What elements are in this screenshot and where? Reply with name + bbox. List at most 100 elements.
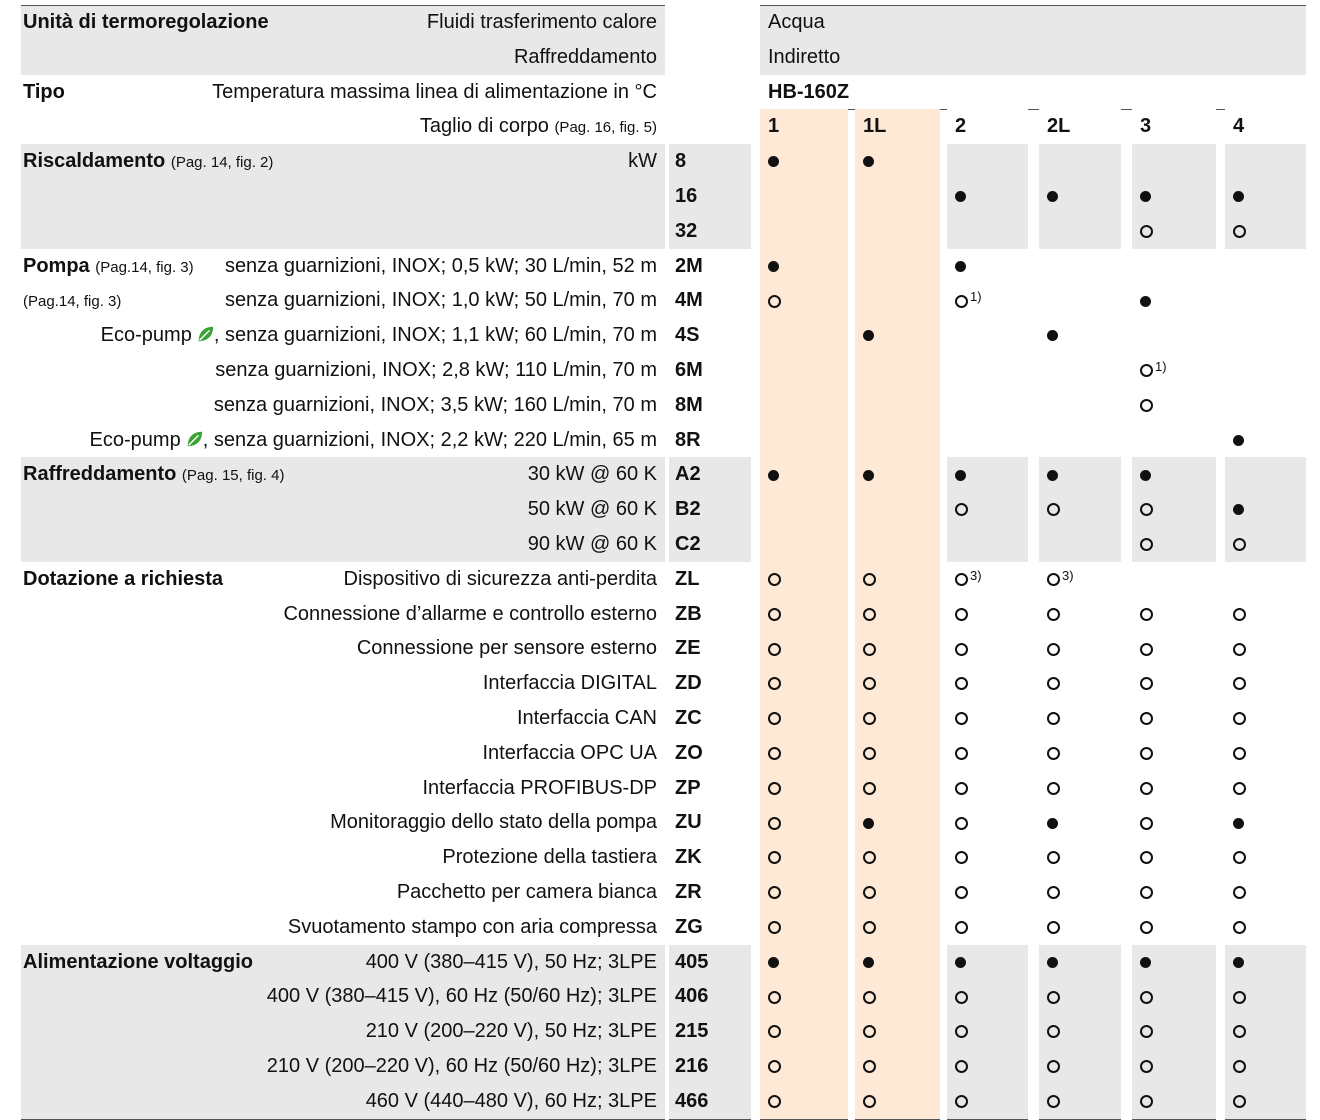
- option-cell: [760, 318, 848, 353]
- option-mark: [768, 604, 781, 624]
- option-cell: [1039, 527, 1121, 562]
- option-cell: [947, 353, 1028, 388]
- optional-circle-icon: [955, 886, 968, 900]
- option-mark: [1140, 1056, 1153, 1076]
- optional-circle-icon: [1140, 712, 1153, 726]
- optional-circle-icon: [863, 1060, 876, 1074]
- option-description-text: , senza guarnizioni, INOX; 1,1 kW; 60 L/…: [213, 324, 657, 347]
- standard-dot-icon: [1140, 469, 1151, 481]
- optional-circle-icon: [768, 851, 781, 865]
- header-code-cell: [669, 74, 751, 110]
- option-mark: [863, 1091, 876, 1111]
- option-description: 30 kW @ 60 K: [21, 464, 657, 484]
- option-cell: [1225, 353, 1306, 388]
- option-description-text: Pacchetto per camera bianca: [396, 881, 657, 903]
- option-description: Interfaccia OPC UA: [21, 743, 657, 763]
- option-mark: [1233, 430, 1244, 450]
- option-description-text: 50 kW @ 60 K: [527, 498, 657, 521]
- option-description-text: 210 V (200–220 V), 50 Hz; 3LPE: [365, 1020, 657, 1043]
- option-mark: [1047, 325, 1058, 345]
- option-mark: [1140, 847, 1153, 867]
- option-cell: [855, 213, 940, 249]
- option-mark: [955, 778, 968, 798]
- option-mark: [1140, 604, 1153, 624]
- optional-circle-icon: [863, 851, 876, 865]
- optional-circle-icon: [768, 1095, 781, 1109]
- optional-circle-icon: [955, 503, 968, 517]
- optional-circle-icon: [1047, 1095, 1060, 1109]
- option-description-text: 30 kW @ 60 K: [527, 463, 657, 486]
- optional-circle-icon: [1047, 747, 1060, 761]
- body-size-text: Taglio di corpo: [419, 115, 549, 138]
- optional-circle-icon: [1047, 607, 1060, 621]
- optional-circle-icon: [768, 1060, 781, 1074]
- option-mark: [1140, 1021, 1153, 1041]
- option-mark: [1233, 743, 1246, 763]
- option-cell: [855, 387, 940, 423]
- option-cell: [760, 527, 848, 562]
- option-mark: [863, 952, 874, 972]
- optional-circle-icon: [768, 712, 781, 726]
- option-mark: [955, 743, 968, 763]
- option-code: 216: [675, 1055, 709, 1077]
- optional-circle-icon: [1233, 677, 1246, 691]
- option-mark: [768, 673, 781, 693]
- optional-circle-icon: [1233, 990, 1246, 1004]
- option-mark: [955, 986, 968, 1006]
- option-mark: [768, 882, 781, 902]
- optional-circle-icon: [1233, 747, 1246, 761]
- optional-circle-icon: [1047, 851, 1060, 865]
- option-mark: [768, 1091, 781, 1111]
- optional-circle-icon: [1233, 642, 1246, 656]
- option-description-text: Protezione della tastiera: [442, 846, 657, 869]
- optional-circle-icon: [955, 990, 968, 1004]
- option-mark: [768, 778, 781, 798]
- optional-circle-icon: [1047, 503, 1060, 517]
- optional-circle-icon: [955, 607, 968, 621]
- option-description: senza guarnizioni, INOX; 3,5 kW; 160 L/m…: [21, 395, 657, 415]
- standard-dot-icon: [1140, 191, 1151, 203]
- option-cell: [855, 492, 940, 527]
- option-cell: [855, 283, 940, 319]
- option-mark: [1233, 499, 1244, 519]
- option-mark: [768, 952, 779, 972]
- optional-circle-icon: [1233, 1025, 1246, 1039]
- option-cell: [947, 144, 1028, 179]
- optional-circle-icon: [1233, 781, 1246, 795]
- option-code: 405: [675, 950, 709, 973]
- optional-circle-icon: [768, 990, 781, 1004]
- standard-dot-icon: [768, 260, 779, 272]
- optional-circle-icon: [1140, 399, 1153, 413]
- option-description: senza guarnizioni, INOX; 0,5 kW; 30 L/mi…: [21, 256, 657, 276]
- option-mark: [863, 882, 876, 902]
- option-cell: [1225, 283, 1306, 319]
- optional-circle-icon: [1140, 1095, 1153, 1109]
- option-mark: [1140, 673, 1153, 693]
- option-cell: [760, 422, 848, 458]
- optional-circle-icon: [768, 573, 781, 587]
- option-description: 90 kW @ 60 K: [21, 534, 657, 554]
- option-mark: [1140, 534, 1153, 554]
- option-mark: [768, 743, 781, 763]
- page-reference: (Pag. 16, fig. 5): [554, 119, 657, 137]
- option-mark: [955, 499, 968, 519]
- option-code: 406: [675, 985, 709, 1008]
- optional-circle-icon: [863, 573, 876, 587]
- row-divider: [21, 1118, 665, 1120]
- optional-circle-icon: [1047, 886, 1060, 900]
- optional-circle-icon: [1233, 1095, 1246, 1109]
- option-mark: [1233, 778, 1246, 798]
- footnote-ref: 3): [1062, 567, 1074, 583]
- optional-circle-icon: [863, 642, 876, 656]
- optional-circle-icon: [1233, 538, 1246, 552]
- row-divider: [1225, 1118, 1306, 1120]
- optional-circle-icon: [1233, 921, 1246, 935]
- option-cell: [760, 492, 848, 527]
- option-description: 400 V (380–415 V), 50 Hz; 3LPE: [21, 952, 657, 972]
- standard-dot-icon: [1233, 434, 1244, 446]
- option-cell: [1039, 353, 1121, 388]
- footnote-ref: 1): [970, 289, 982, 305]
- footnote-ref: 1): [1155, 359, 1167, 374]
- option-cell: [1132, 422, 1216, 458]
- option-description-text: Svuotamento stampo con aria compressa: [287, 915, 657, 938]
